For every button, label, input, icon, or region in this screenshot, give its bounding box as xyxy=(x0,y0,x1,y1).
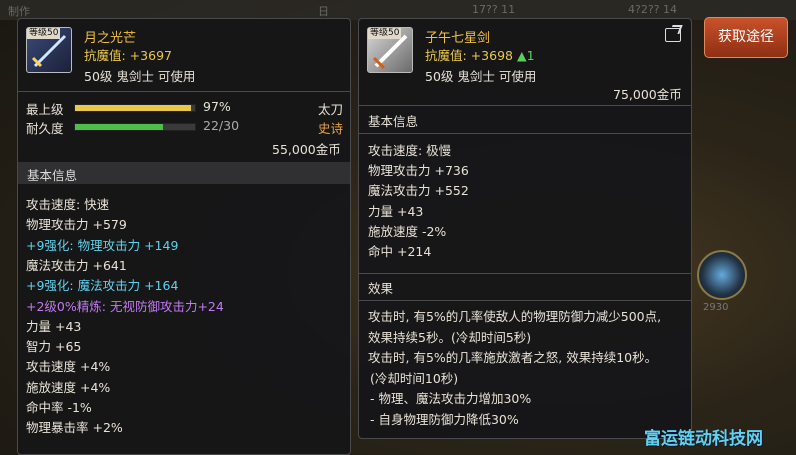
requirement: 50级 鬼剑士 可使用 xyxy=(425,69,537,84)
divider xyxy=(359,300,691,301)
effect-line: 攻击时, 有5%的几率施放激者之怒, 效果持续10秒。 xyxy=(368,350,658,366)
section-title: 基本信息 xyxy=(27,168,78,183)
resist-text: 抗魔值: +3698 xyxy=(425,48,513,63)
stat-line: 攻击速度: 快速 xyxy=(26,197,110,212)
rarity: 史诗 xyxy=(318,121,344,136)
stat-line: 物理攻击力 +579 xyxy=(26,217,127,233)
skill-badge-icon[interactable] xyxy=(697,250,747,300)
item-name: 子午七星剑 xyxy=(425,31,491,46)
item-tooltip-left: 等级50 月之光芒 抗魔值: +3697 50级 鬼剑士 可使用 最上级 97%… xyxy=(17,18,351,455)
durability-bar xyxy=(74,123,196,131)
bg-text: 日 xyxy=(318,5,329,18)
stat-line: 物理攻击力 +736 xyxy=(368,163,469,179)
effect-line: 攻击时, 有5%的几率使敌人的物理防御力减少500点, xyxy=(368,309,662,324)
stat-line: +2级0%精炼: 无视防御攻击力+24 xyxy=(26,298,224,314)
stat-line: 力量 +43 xyxy=(368,203,424,219)
divider xyxy=(359,105,691,106)
divider xyxy=(359,273,691,274)
upgrade-pct: 97% xyxy=(203,99,231,114)
badge-number: 2930 xyxy=(703,302,729,313)
bg-text: 制作 xyxy=(8,5,30,18)
requirement: 50级 鬼剑士 可使用 xyxy=(84,69,196,84)
divider xyxy=(18,91,350,92)
stat-line: 命中 +214 xyxy=(368,244,432,259)
weapon-type: 太刀 xyxy=(318,102,344,117)
upgrade-bar xyxy=(74,104,196,112)
stat-line: 力量 +43 xyxy=(26,318,82,334)
sword-icon: 等级50 xyxy=(367,27,413,73)
price: 75,000金币 xyxy=(613,87,682,102)
stat-line: 施放速度 +4% xyxy=(26,379,111,395)
stat-line: 魔法攻击力 +552 xyxy=(368,183,469,199)
item-name: 月之光芒 xyxy=(84,31,137,46)
effect-line: (冷却时间10秒) xyxy=(370,370,459,386)
price: 55,000金币 xyxy=(272,142,341,157)
background-topbar: 制作 日 17?? 11 4?2?? 14 xyxy=(0,0,796,20)
section-title: 基本信息 xyxy=(368,114,419,129)
stat-line: 施放速度 -2% xyxy=(368,223,447,239)
acquire-button[interactable]: 获取途径 xyxy=(704,17,788,58)
stat-line: 物理暴击率 +2% xyxy=(26,420,123,436)
bg-text: 4?2?? 14 xyxy=(628,3,678,16)
stat-line: 攻击速度: 极慢 xyxy=(368,143,452,158)
stat-line: +9强化: 物理攻击力 +149 xyxy=(26,237,179,253)
stat-line: 攻击速度 +4% xyxy=(26,359,111,375)
stat-line: 命中率 -1% xyxy=(26,400,92,415)
effect-line: 效果持续5秒。(冷却时间5秒) xyxy=(368,329,532,345)
sword-icon: 等级50 xyxy=(26,27,72,73)
stat-line: 智力 +65 xyxy=(26,339,82,355)
section-title: 效果 xyxy=(368,281,394,296)
bg-text: 17?? 11 xyxy=(472,3,516,16)
durability-value: 22/30 xyxy=(203,118,240,133)
resist-value: 抗魔值: +3698 ▲1 xyxy=(425,45,535,64)
effect-line: - 物理、魔法攻击力增加30% xyxy=(370,391,532,407)
durability-label: 耐久度 xyxy=(26,121,64,136)
effect-line: - 自身物理防御力降低30% xyxy=(370,412,519,427)
watermark: 富运链动科技网 xyxy=(644,429,763,449)
divider xyxy=(359,133,691,134)
upgrade-label: 最上级 xyxy=(26,102,64,117)
stat-line: +9强化: 魔法攻击力 +164 xyxy=(26,278,179,294)
section-header: 基本信息 xyxy=(18,162,350,184)
share-icon[interactable] xyxy=(665,28,681,42)
stat-line: 魔法攻击力 +641 xyxy=(26,257,127,273)
item-tooltip-right: 等级50 子午七星剑 抗魔值: +3698 ▲1 50级 鬼剑士 可使用 75,… xyxy=(358,18,692,439)
resist-up: ▲1 xyxy=(516,48,535,63)
resist-value: 抗魔值: +3697 xyxy=(84,48,172,63)
